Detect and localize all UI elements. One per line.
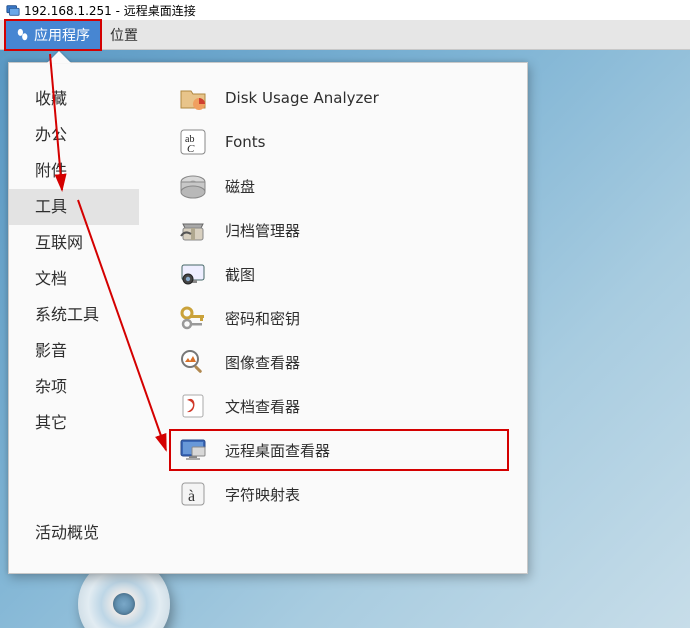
category-tools[interactable]: 工具: [9, 189, 139, 225]
category-internet[interactable]: 互联网: [9, 225, 139, 261]
app-label: Fonts: [225, 133, 265, 151]
app-passwords-keys[interactable]: 密码和密钥: [169, 297, 509, 339]
camera-monitor-icon: [179, 260, 207, 288]
app-label: 图像查看器: [225, 352, 300, 373]
app-label: 文档查看器: [225, 396, 300, 417]
category-sundry[interactable]: 杂项: [9, 369, 139, 405]
remote-desktop-icon: [179, 436, 207, 464]
category-office[interactable]: 办公: [9, 117, 139, 153]
topbar-applications[interactable]: 应用程序: [4, 19, 102, 51]
keys-icon: [179, 304, 207, 332]
archive-icon: [179, 216, 207, 244]
app-remote-desktop-viewer[interactable]: 远程桌面查看器: [169, 429, 509, 471]
app-label: 字符映射表: [225, 484, 300, 505]
activities-overview[interactable]: 活动概览: [9, 509, 139, 561]
app-disks[interactable]: 磁盘: [169, 165, 509, 207]
app-image-viewer[interactable]: 图像查看器: [169, 341, 509, 383]
app-disk-usage-analyzer[interactable]: Disk Usage Analyzer: [169, 77, 509, 119]
gnome-topbar: 应用程序 位置: [0, 20, 690, 50]
footprint-icon: [16, 28, 30, 42]
topbar-locations[interactable]: 位置: [102, 21, 146, 49]
app-label: 远程桌面查看器: [225, 440, 330, 461]
harddrive-icon: [179, 172, 207, 200]
category-systemtools[interactable]: 系统工具: [9, 297, 139, 333]
apps-column: Disk Usage Analyzer abC Fonts 磁盘 归档管理器: [139, 63, 527, 573]
app-document-viewer[interactable]: 文档查看器: [169, 385, 509, 427]
character-map-icon: à: [179, 480, 207, 508]
window-title: 192.168.1.251 - 远程桌面连接: [24, 2, 196, 19]
category-multimedia[interactable]: 影音: [9, 333, 139, 369]
fonts-icon: abC: [179, 128, 207, 156]
category-list: 收藏 办公 附件 工具 互联网 文档 系统工具 影音 杂项 其它: [9, 81, 139, 509]
rdp-icon: [6, 3, 20, 17]
folder-chart-icon: [179, 84, 207, 112]
app-label: 归档管理器: [225, 220, 300, 241]
app-label: 密码和密钥: [225, 308, 300, 329]
app-archive-manager[interactable]: 归档管理器: [169, 209, 509, 251]
category-favorites[interactable]: 收藏: [9, 81, 139, 117]
category-documents[interactable]: 文档: [9, 261, 139, 297]
magnifier-image-icon: [179, 348, 207, 376]
app-label: 磁盘: [225, 176, 255, 197]
app-fonts[interactable]: abC Fonts: [169, 121, 509, 163]
topbar-locations-label: 位置: [110, 25, 138, 45]
app-screenshot[interactable]: 截图: [169, 253, 509, 295]
category-other[interactable]: 其它: [9, 405, 139, 441]
app-label: 截图: [225, 264, 255, 285]
topbar-applications-label: 应用程序: [34, 25, 90, 45]
svg-text:à: à: [188, 488, 195, 505]
applications-menu-panel: 收藏 办公 附件 工具 互联网 文档 系统工具 影音 杂项 其它 活动概览 Di…: [8, 62, 528, 574]
app-label: Disk Usage Analyzer: [225, 89, 379, 107]
svg-text:C: C: [187, 143, 195, 155]
evince-icon: [179, 392, 207, 420]
window-titlebar: 192.168.1.251 - 远程桌面连接: [0, 0, 690, 20]
category-column: 收藏 办公 附件 工具 互联网 文档 系统工具 影音 杂项 其它 活动概览: [9, 63, 139, 573]
app-character-map[interactable]: à 字符映射表: [169, 473, 509, 515]
category-accessories[interactable]: 附件: [9, 153, 139, 189]
